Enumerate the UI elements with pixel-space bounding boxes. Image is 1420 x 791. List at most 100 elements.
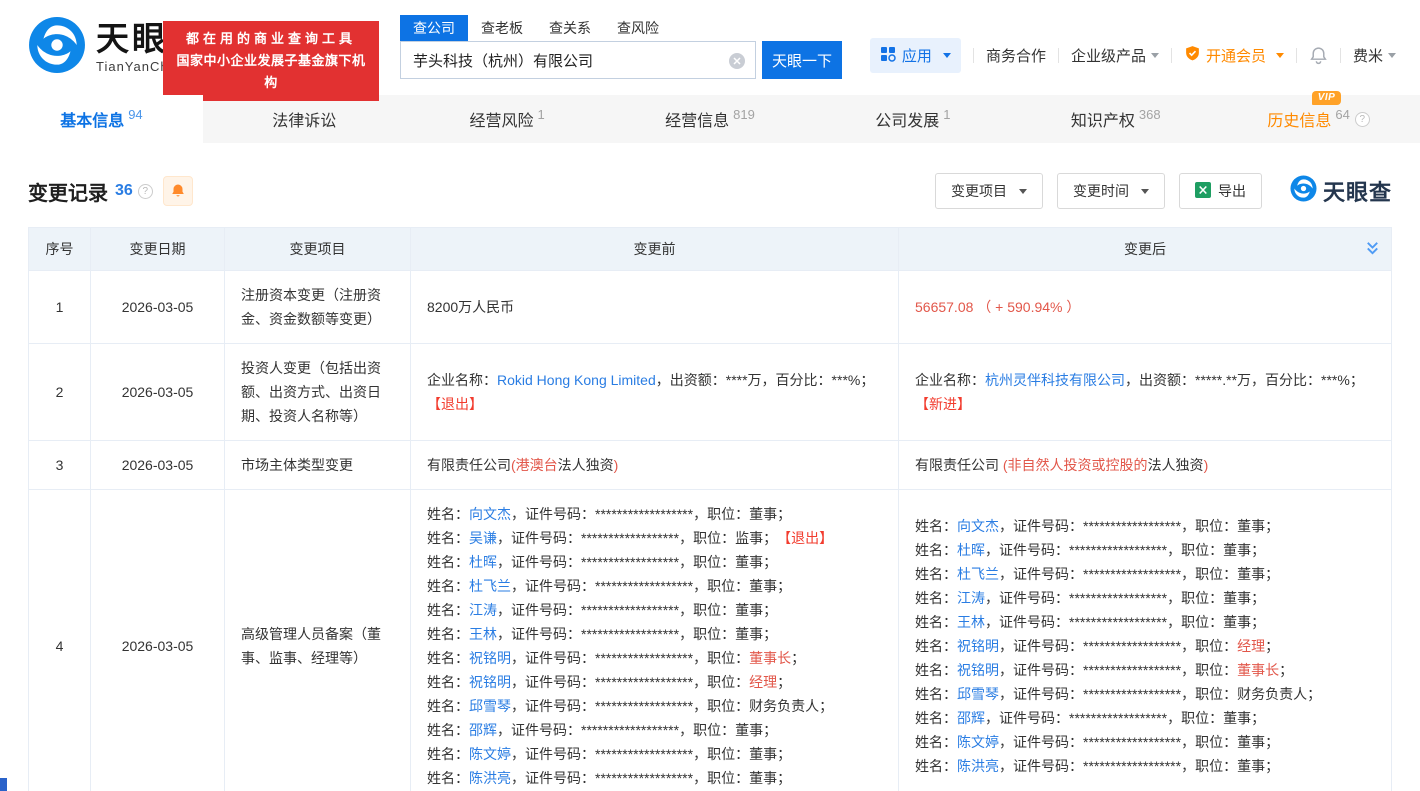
entity-link[interactable]: 杜晖 (957, 542, 985, 558)
entity-link[interactable]: 祝铭明 (957, 638, 999, 654)
change-tag[interactable]: 【新进】 (915, 396, 971, 412)
nav-vip[interactable]: 开通会员 (1184, 45, 1284, 66)
cell-text: ，证件号码：******************，职位：董事； (497, 722, 777, 738)
cell-text: 企业名称： (915, 372, 985, 388)
cell-text: 姓名： (915, 542, 957, 558)
cell-text: 姓名： (915, 734, 957, 750)
tab-法律诉讼[interactable]: 法律诉讼 (203, 95, 406, 143)
entity-link[interactable]: 陈洪亮 (469, 770, 511, 786)
search-tab-查老板[interactable]: 查老板 (468, 15, 536, 41)
cell-text: ，证件号码：******************，职位： (999, 662, 1237, 678)
cell-line: 姓名：陈文婷，证件号码：******************，职位：董事； (427, 742, 882, 766)
tab-经营信息[interactable]: 经营信息819 (609, 95, 812, 143)
chevron-down-icon (1151, 53, 1159, 58)
cell-date: 2026-03-05 (91, 441, 225, 490)
double-chevron-down-icon[interactable] (1364, 239, 1381, 259)
cell-text: 姓名： (427, 530, 469, 546)
cell-text: ，证件号码：******************，职位：董事； (985, 590, 1265, 606)
tab-label: 法律诉讼 (272, 107, 336, 131)
entity-link[interactable]: 向文杰 (469, 506, 511, 522)
entity-link[interactable]: 吴谦 (469, 530, 497, 546)
entity-link[interactable]: 祝铭明 (469, 674, 511, 690)
cell-text: 企业名称： (427, 372, 497, 388)
cell-text: 姓名： (427, 602, 469, 618)
divider (973, 48, 974, 63)
cell-date: 2026-03-05 (91, 490, 225, 791)
cell-text: ，证件号码：******************，职位： (999, 638, 1237, 654)
entity-link[interactable]: 邱雪琴 (957, 686, 999, 702)
entity-link[interactable]: 王林 (957, 614, 985, 630)
tianyancha-logo-icon (28, 16, 86, 79)
subscribe-bell-button[interactable] (163, 176, 193, 206)
cell-text: 姓名： (915, 638, 957, 654)
col-header-变更前: 变更前 (411, 228, 899, 271)
entity-link[interactable]: 向文杰 (957, 518, 999, 534)
cell-seq: 4 (29, 490, 91, 791)
entity-link[interactable]: Rokid Hong Kong Limited (497, 372, 656, 388)
chevron-down-icon (1141, 189, 1149, 194)
excel-icon (1195, 182, 1211, 201)
nav-enterprise[interactable]: 企业级产品 (1071, 45, 1159, 66)
entity-link[interactable]: 杜飞兰 (469, 578, 511, 594)
slogan-line2: 国家中小企业发展子基金旗下机构 (171, 50, 371, 94)
export-button[interactable]: 导出 (1179, 173, 1262, 209)
cell-text: 姓名： (915, 662, 957, 678)
tab-count: 94 (128, 107, 142, 122)
entity-link[interactable]: 王林 (469, 626, 497, 642)
search-input[interactable] (401, 52, 755, 69)
filter-变更项目-dropdown[interactable]: 变更项目 (935, 173, 1043, 209)
cell-before: 8200万人民币 (411, 271, 899, 344)
entity-link[interactable]: 陈文婷 (957, 734, 999, 750)
cell-text: (港澳台 (511, 457, 558, 473)
change-tag[interactable]: 【退出】 (427, 396, 483, 412)
cell-text: 姓名： (427, 770, 469, 786)
cell-text: ，证件号码：******************，职位：董事； (497, 602, 777, 618)
entity-link[interactable]: 陈文婷 (469, 746, 511, 762)
entity-link[interactable]: 邵辉 (469, 722, 497, 738)
search-tab-查风险[interactable]: 查风险 (604, 15, 672, 41)
entity-link[interactable]: 江涛 (469, 602, 497, 618)
nav-apps[interactable]: 应用 (870, 38, 961, 73)
entity-link[interactable]: 祝铭明 (469, 650, 511, 666)
search-button[interactable]: 天眼一下 (762, 41, 842, 79)
entity-link[interactable]: 江涛 (957, 590, 985, 606)
clear-search-icon[interactable] (728, 52, 746, 75)
cell-line: 姓名：陈文婷，证件号码：******************，职位：董事； (915, 730, 1375, 754)
entity-link[interactable]: 杜飞兰 (957, 566, 999, 582)
nav-cooperation[interactable]: 商务合作 (986, 45, 1046, 66)
cell-text: ，证件号码：******************，职位：财务负责人； (999, 686, 1321, 702)
help-icon[interactable]: ? (138, 184, 153, 199)
col-header-序号: 序号 (29, 228, 91, 271)
notification-bell-icon[interactable] (1309, 46, 1328, 65)
tab-count: 64 (1335, 107, 1349, 122)
search-tab-查公司[interactable]: 查公司 (400, 15, 468, 41)
entity-link[interactable]: 邵辉 (957, 710, 985, 726)
search-tab-查关系[interactable]: 查关系 (536, 15, 604, 41)
nav-vip-label: 开通会员 (1206, 45, 1266, 66)
tab-知识产权[interactable]: 知识产权368 (1014, 95, 1217, 143)
table-header-row: 序号变更日期变更项目变更前变更后 (29, 228, 1392, 271)
help-icon[interactable]: ? (1355, 112, 1370, 127)
watermark-logo: 天眼查 (1290, 175, 1392, 207)
cell-line: 姓名：祝铭明，证件号码：******************，职位：董事长； (427, 646, 882, 670)
cell-text: ，证件号码：******************，职位：董事； (999, 758, 1279, 774)
entity-link[interactable]: 祝铭明 (957, 662, 999, 678)
cell-before: 企业名称：Rokid Hong Kong Limited，出资额：****万，百… (411, 344, 899, 441)
entity-link[interactable]: 陈洪亮 (957, 758, 999, 774)
tab-公司发展[interactable]: 公司发展1 (811, 95, 1014, 143)
cell-text: ，证件号码：******************，职位：董事； (999, 518, 1279, 534)
entity-link[interactable]: 邱雪琴 (469, 698, 511, 714)
section-count: 36 (115, 182, 133, 200)
nav-apps-label: 应用 (902, 45, 932, 66)
entity-link[interactable]: 杜晖 (469, 554, 497, 570)
tab-经营风险[interactable]: 经营风险1 (406, 95, 609, 143)
filter-变更时间-dropdown[interactable]: 变更时间 (1057, 173, 1165, 209)
change-tag[interactable]: 【退出】 (784, 530, 833, 546)
entity-link[interactable]: 杭州灵伴科技有限公司 (985, 372, 1125, 388)
cell-change-item: 高级管理人员备案（董事、监事、经理等） (225, 490, 411, 791)
tab-历史信息[interactable]: 历史信息VIP64? (1217, 95, 1420, 143)
tab-基本信息[interactable]: 基本信息94 (0, 95, 203, 143)
table-row: 32026-03-05市场主体类型变更有限责任公司(港澳台法人独资)有限责任公司… (29, 441, 1392, 490)
nav-user[interactable]: 费米 (1353, 45, 1396, 66)
cell-text: 姓名： (915, 686, 957, 702)
